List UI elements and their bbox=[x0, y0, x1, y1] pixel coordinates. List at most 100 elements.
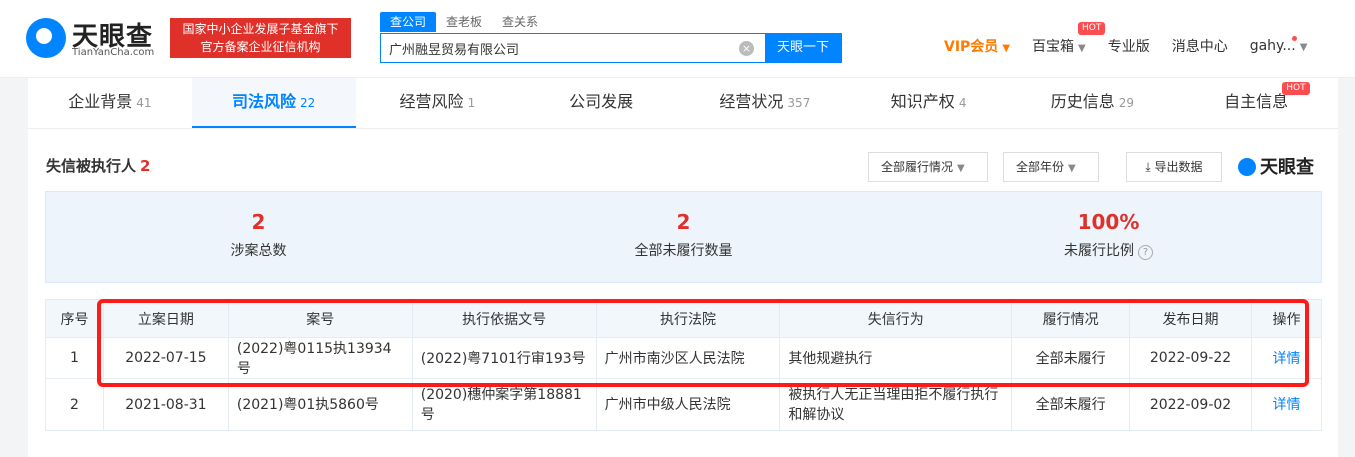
cell-basis-doc: (2022)粤7101行审193号 bbox=[411, 337, 597, 379]
search-input[interactable] bbox=[389, 34, 729, 62]
col-header: 执行依据文号 bbox=[411, 299, 597, 338]
export-button[interactable]: ⤓ 导出数据 bbox=[1126, 152, 1222, 182]
tab-operating-status[interactable]: 经营状况 357 bbox=[683, 78, 847, 128]
section-count: 2 bbox=[140, 157, 151, 175]
chevron-down-icon: ▼ bbox=[1299, 42, 1308, 53]
baobox-menu[interactable]: HOT 百宝箱 ▼ bbox=[1032, 22, 1106, 56]
dishonest-debtor-table: 序号 立案日期 案号 执行依据文号 执行法院 失信行为 履行情况 发布日期 操作… bbox=[45, 299, 1323, 431]
tab-count: 41 bbox=[136, 96, 152, 110]
col-header: 失信行为 bbox=[779, 299, 1013, 338]
cell-basis-doc: (2020)穗仲案字第18881号 bbox=[411, 378, 597, 431]
search-box: × 天眼一下 bbox=[380, 33, 842, 63]
summary-stats: 2 涉案总数 2 全部未履行数量 100% 未履行比例? bbox=[45, 191, 1322, 283]
baobox-label: 百宝箱 bbox=[1032, 39, 1075, 55]
tab-count: 357 bbox=[787, 96, 811, 110]
col-header: 操作 bbox=[1250, 299, 1323, 338]
notification-dot bbox=[1292, 36, 1298, 41]
cell-publish-date: 2022-09-22 bbox=[1129, 337, 1252, 379]
tab-label: 经营状况 bbox=[719, 92, 784, 111]
brand-watermark: 天眼查 bbox=[1238, 153, 1314, 179]
tab-count: 29 bbox=[1118, 96, 1135, 110]
details-link[interactable]: 详情 bbox=[1272, 397, 1300, 413]
username: gahy... bbox=[1249, 38, 1296, 54]
cell-behavior: 其他规避执行 bbox=[779, 337, 1013, 379]
tab-count: 4 bbox=[958, 96, 967, 110]
cell-court: 广州市南沙区人民法院 bbox=[595, 337, 781, 379]
help-icon[interactable]: ? bbox=[1138, 245, 1153, 260]
tab-judicial-risk[interactable]: 司法风险 22 bbox=[191, 78, 356, 128]
chevron-down-icon: ▼ bbox=[1068, 163, 1076, 174]
search-tab-boss[interactable]: 查老板 bbox=[436, 12, 492, 32]
stat-label-row: 未履行比例? bbox=[896, 240, 1321, 260]
stat-value: 100% bbox=[1077, 210, 1140, 234]
tab-self-info[interactable]: 自主信息 HOT bbox=[1174, 78, 1338, 128]
table-row: 2 2021-08-31 (2021)粤01执5860号 (2020)穗仲案字第… bbox=[45, 378, 1323, 431]
tab-count: 22 bbox=[299, 96, 316, 110]
tianyancha-logo[interactable]: 天眼查 TianYanCha.com bbox=[26, 14, 162, 60]
chevron-down-icon: ▼ bbox=[957, 163, 965, 174]
tab-intellectual-property[interactable]: 知识产权 4 bbox=[847, 78, 1011, 128]
logo-eye-icon bbox=[26, 18, 66, 58]
search-type-tabs: 查公司 查老板 查关系 bbox=[380, 12, 548, 32]
filter-label: 全部履行情况 bbox=[881, 160, 954, 174]
banner-line-2: 官方备案企业征信机构 bbox=[200, 40, 321, 54]
cell-index: 2 bbox=[45, 378, 104, 431]
download-icon: ⤓ bbox=[1145, 160, 1155, 174]
cell-filing-date: 2021-08-31 bbox=[102, 378, 229, 431]
export-label: 导出数据 bbox=[1154, 160, 1203, 174]
clear-icon[interactable]: × bbox=[739, 41, 754, 56]
col-header: 履行情况 bbox=[1011, 299, 1131, 338]
tab-history-info[interactable]: 历史信息 29 bbox=[1011, 78, 1175, 128]
col-header: 执行法院 bbox=[595, 299, 781, 338]
stat-label: 全部未履行数量 bbox=[634, 243, 733, 259]
table-header-row: 序号 立案日期 案号 执行依据文号 执行法院 失信行为 履行情况 发布日期 操作 bbox=[45, 299, 1323, 338]
stat-label: 未履行比例 bbox=[1064, 243, 1134, 259]
tab-label: 公司发展 bbox=[569, 92, 634, 111]
cell-court: 广州市中级人民法院 bbox=[595, 378, 781, 431]
stat-label: 涉案总数 bbox=[230, 243, 287, 259]
stat-value: 2 bbox=[676, 210, 691, 234]
logo-eye-icon bbox=[1238, 158, 1256, 176]
search-button[interactable]: 天眼一下 bbox=[765, 34, 841, 62]
stat-value: 2 bbox=[251, 210, 266, 234]
section-title: 失信被执行人 2 bbox=[46, 155, 150, 176]
hot-badge: HOT bbox=[1282, 82, 1310, 95]
col-header: 发布日期 bbox=[1129, 299, 1252, 338]
filter-label: 全部年份 bbox=[1016, 160, 1065, 174]
fulfillment-filter[interactable]: 全部履行情况 ▼ bbox=[868, 152, 988, 182]
official-banner: 国家中小企业发展子基金旗下 官方备案企业征信机构 bbox=[170, 18, 351, 58]
stat-unfulfilled-count: 2 全部未履行数量 bbox=[471, 192, 896, 282]
chevron-down-icon: ▼ bbox=[1002, 43, 1011, 54]
logo-subtext: TianYanCha.com bbox=[72, 47, 155, 58]
pro-version-link[interactable]: 专业版 bbox=[1108, 36, 1150, 56]
user-menu[interactable]: gahy... ▼ bbox=[1249, 36, 1308, 54]
tab-company-background[interactable]: 企业背景 41 bbox=[28, 78, 192, 128]
tab-company-development[interactable]: 公司发展 bbox=[519, 78, 683, 128]
top-header: 天眼查 TianYanCha.com 国家中小企业发展子基金旗下 官方备案企业征… bbox=[0, 0, 1355, 78]
tab-business-risk[interactable]: 经营风险 1 bbox=[356, 78, 520, 128]
table-row: 1 2022-07-15 (2022)粤0115执13934号 (2022)粤7… bbox=[45, 337, 1323, 379]
cell-filing-date: 2022-07-15 bbox=[102, 337, 229, 379]
tab-label: 自主信息 bbox=[1224, 92, 1289, 111]
section-title-text: 失信被执行人 bbox=[46, 157, 137, 175]
vip-menu[interactable]: VIP会员 ▼ bbox=[944, 36, 1010, 56]
cell-case-number: (2022)粤0115执13934号 bbox=[227, 337, 413, 379]
cell-behavior: 被执行人无正当理由拒不履行执行和解协议 bbox=[779, 378, 1013, 431]
tab-count: 1 bbox=[467, 96, 476, 110]
cell-index: 1 bbox=[45, 337, 104, 379]
vip-label: VIP会员 bbox=[944, 39, 999, 55]
tab-label: 企业背景 bbox=[68, 92, 133, 111]
dishonest-debtor-panel: 失信被执行人 2 全部履行情况 ▼ 全部年份 ▼ ⤓ 导出数据 天眼查 2 涉案总数 … bbox=[28, 128, 1338, 457]
chevron-down-icon: ▼ bbox=[1078, 43, 1086, 54]
brand-text: 天眼查 bbox=[1260, 157, 1314, 178]
search-tab-company[interactable]: 查公司 bbox=[380, 12, 437, 32]
message-center-link[interactable]: 消息中心 bbox=[1172, 36, 1228, 56]
cell-fulfillment: 全部未履行 bbox=[1011, 378, 1131, 431]
cell-action: 详情 bbox=[1250, 378, 1323, 431]
stat-unfulfilled-ratio: 100% 未履行比例? bbox=[896, 192, 1321, 282]
top-nav: VIP会员 ▼ HOT 百宝箱 ▼ 专业版 消息中心 gahy... ▼ bbox=[944, 22, 1308, 58]
search-tab-relation[interactable]: 查关系 bbox=[492, 12, 548, 32]
cell-case-number: (2021)粤01执5860号 bbox=[227, 378, 413, 431]
details-link[interactable]: 详情 bbox=[1272, 351, 1300, 367]
year-filter[interactable]: 全部年份 ▼ bbox=[1003, 152, 1099, 182]
